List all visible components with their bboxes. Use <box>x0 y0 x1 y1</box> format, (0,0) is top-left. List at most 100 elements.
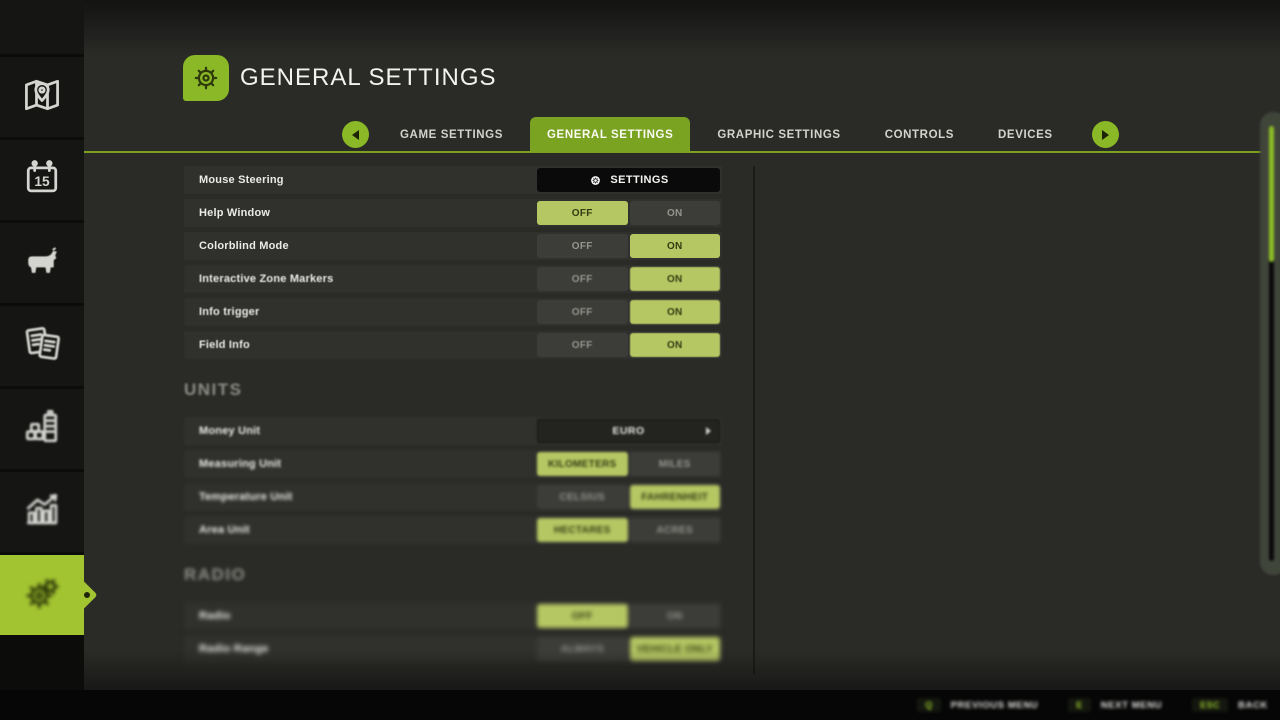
section-title-radio: RADIO <box>184 565 722 585</box>
setting-row-help-window: Help Window OFFON <box>184 199 722 227</box>
setting-row-colorblind-mode: Colorblind Mode OFFON <box>184 232 722 260</box>
hint-label: NEXT MENU <box>1101 700 1162 711</box>
setting-control: OFFON <box>537 333 720 357</box>
toggle-option-on[interactable]: ON <box>630 333 721 357</box>
sidebar-item-map[interactable] <box>0 57 84 137</box>
keycap-e: E <box>1068 698 1091 712</box>
setting-control: OFFON <box>537 604 720 628</box>
mouse-steering-settings-button[interactable]: SETTINGS <box>537 168 720 192</box>
page-scrollbar-thumb[interactable] <box>1269 126 1274 262</box>
setting-control: OFFON <box>537 234 720 258</box>
setting-label: Colorblind Mode <box>199 240 289 252</box>
top-shade <box>84 0 1280 56</box>
setting-label: Area Unit <box>199 524 250 536</box>
setting-label: Mouse Steering <box>199 174 284 186</box>
toggle-option-off[interactable]: OFF <box>537 300 628 324</box>
setting-row-area-unit: Area Unit HECTARESACRES <box>184 516 722 544</box>
sidebar-item-production[interactable] <box>0 389 84 469</box>
setting-label: Field Info <box>199 339 250 351</box>
toggle-option-fahrenheit[interactable]: FAHRENHEIT <box>630 485 721 509</box>
previous-tab-arrow-button[interactable] <box>342 121 369 148</box>
toggle-option-always[interactable]: ALWAYS <box>537 637 628 661</box>
keycap-q: Q <box>917 698 941 712</box>
setting-control: KILOMETERSMILES <box>537 452 720 476</box>
tab-game-settings[interactable]: GAME SETTINGS <box>383 117 520 152</box>
setting-control: CELSIUSFAHRENHEIT <box>537 485 720 509</box>
chevron-right-icon[interactable] <box>706 427 711 435</box>
page-title: GENERAL SETTINGS <box>240 64 497 92</box>
button-label: SETTINGS <box>610 174 668 186</box>
factory-icon <box>20 405 64 454</box>
sidebar-item-settings[interactable] <box>0 555 84 635</box>
gears-icon <box>20 571 64 620</box>
hint-previous-menu: Q PREVIOUS MENU <box>917 698 1038 712</box>
setting-control: OFFON <box>537 201 720 225</box>
documents-icon <box>20 322 64 371</box>
next-tab-arrow-button[interactable] <box>1092 121 1119 148</box>
bottom-hint-bar: Q PREVIOUS MENU E NEXT MENU ESCBACK <box>0 690 1280 720</box>
cow-icon <box>20 239 64 288</box>
toggle-option-on[interactable]: ON <box>630 234 721 258</box>
chart-icon <box>20 488 64 537</box>
active-tab-notch <box>84 592 90 598</box>
toggle-option-on[interactable]: ON <box>630 300 721 324</box>
toggle-option-on[interactable]: ON <box>630 267 721 291</box>
tab-devices[interactable]: DEVICES <box>981 117 1070 152</box>
tab-bar: GAME SETTINGS GENERAL SETTINGS GRAPHIC SET… <box>84 117 1280 152</box>
page-gear-icon <box>183 55 229 101</box>
setting-row-measuring-unit: Measuring Unit KILOMETERSMILES <box>184 450 722 478</box>
setting-row-field-info: Field Info OFFON <box>184 331 722 359</box>
toggle-option-off[interactable]: OFF <box>537 333 628 357</box>
setting-control: ALWAYSVEHICLE ONLY <box>537 637 720 661</box>
sidebar-item-empty <box>0 0 84 54</box>
sidebar-item-statistics[interactable] <box>0 472 84 552</box>
arrow-right-icon <box>1102 130 1109 140</box>
setting-row-radio-range: Radio Range ALWAYSVEHICLE ONLY <box>184 635 722 663</box>
gear-icon <box>588 173 603 188</box>
money-unit-select[interactable]: EURO <box>537 419 720 443</box>
setting-row-info-trigger: Info triggerOFFON <box>184 298 722 326</box>
keycap-esc: ESC <box>1192 698 1228 712</box>
toggle-option-off[interactable]: OFF <box>537 267 628 291</box>
toggle-option-off[interactable]: OFF <box>537 604 628 628</box>
tab-general-settings[interactable]: GENERAL SETTINGS <box>530 117 690 152</box>
setting-label: Temperature Unit <box>199 491 292 503</box>
toggle-option-off[interactable]: OFF <box>537 201 628 225</box>
tab-controls[interactable]: CONTROLS <box>868 117 971 152</box>
setting-label: Money Unit <box>199 425 260 437</box>
toggle-option-on[interactable]: ON <box>630 604 721 628</box>
setting-label: Radio Range <box>199 643 268 655</box>
toggle-option-off[interactable]: OFF <box>537 234 628 258</box>
list-scrollbar-track[interactable] <box>753 166 755 674</box>
toggle-option-on[interactable]: ON <box>630 201 721 225</box>
sidebar: 15 <box>0 0 84 720</box>
settings-list: Mouse SteeringSETTINGSHelp WindowOFFONCo… <box>184 166 722 668</box>
setting-control: EURO <box>537 419 720 443</box>
toggle-option-miles[interactable]: MILES <box>630 452 721 476</box>
toggle-option-hectares[interactable]: HECTARES <box>537 518 628 542</box>
hint-next-menu: E NEXT MENU <box>1068 698 1162 712</box>
setting-control: SETTINGS <box>537 168 720 192</box>
page-scrollbar[interactable] <box>1260 112 1280 575</box>
setting-row-interactive-zone-markers: Interactive Zone MarkersOFFON <box>184 265 722 293</box>
svg-text:15: 15 <box>34 173 50 188</box>
hint-label: PREVIOUS MENU <box>951 700 1039 711</box>
sidebar-item-animals[interactable] <box>0 223 84 303</box>
sidebar-item-calendar[interactable]: 15 <box>0 140 84 220</box>
bottom-hints: Q PREVIOUS MENU E NEXT MENU ESCBACK <box>917 698 1268 712</box>
setting-label: Radio <box>199 610 231 622</box>
tabs: GAME SETTINGS GENERAL SETTINGS GRAPHIC SET… <box>383 117 1070 152</box>
tab-graphic-settings[interactable]: GRAPHIC SETTINGS <box>700 117 857 152</box>
setting-row-mouse-steering: Mouse Steering SETTINGS <box>184 166 722 194</box>
hint-back: ESCBACK <box>1192 698 1268 712</box>
setting-label: Measuring Unit <box>199 458 281 470</box>
toggle-option-celsius[interactable]: CELSIUS <box>537 485 628 509</box>
setting-row-radio: Radio OFFON <box>184 602 722 630</box>
toggle-option-acres[interactable]: ACRES <box>630 518 721 542</box>
toggle-option-vehicle-only[interactable]: VEHICLE ONLY <box>630 637 721 661</box>
toggle-option-kilometers[interactable]: KILOMETERS <box>537 452 628 476</box>
setting-label: Help Window <box>199 207 270 219</box>
map-icon <box>20 73 64 122</box>
sidebar-item-contracts[interactable] <box>0 306 84 386</box>
setting-row-money-unit: Money Unit EURO <box>184 417 722 445</box>
